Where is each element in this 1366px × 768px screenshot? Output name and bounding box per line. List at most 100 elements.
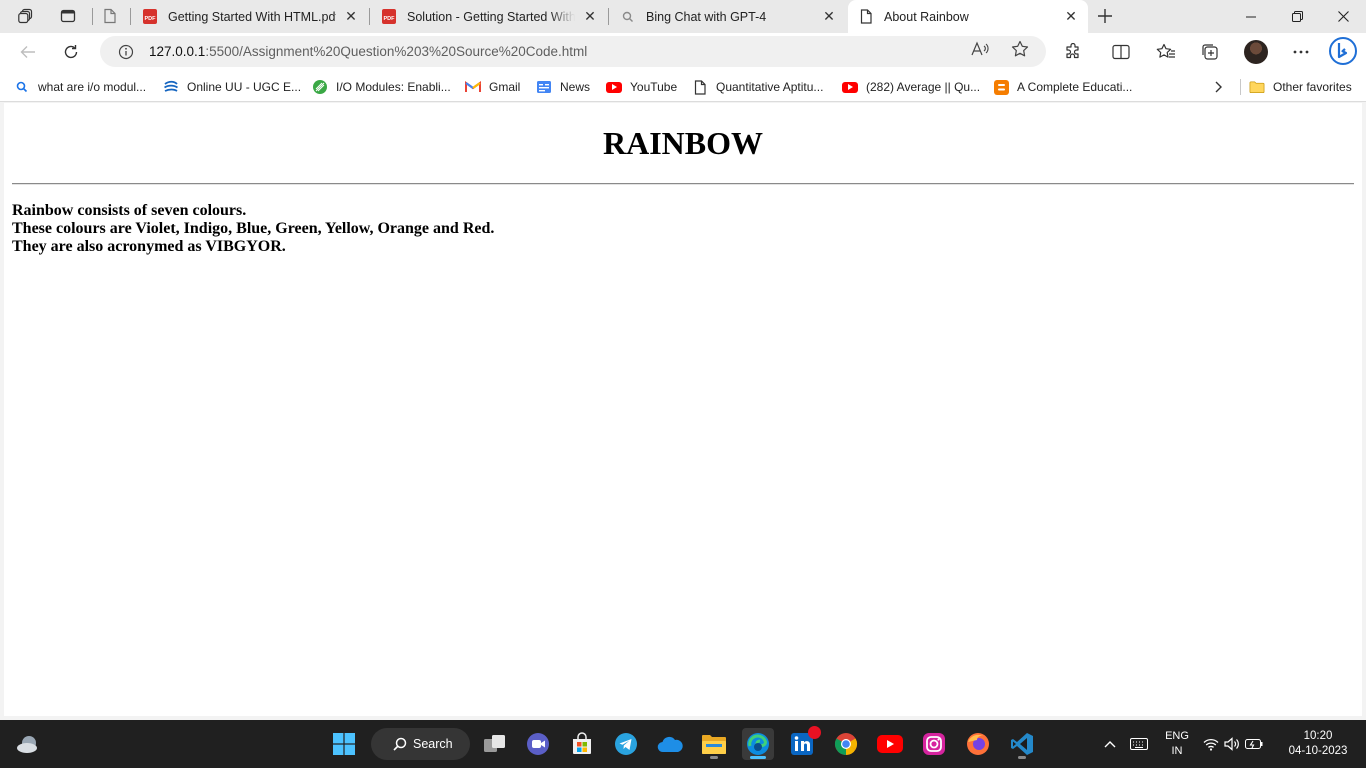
favorite-io-modules[interactable]: I/O Modules: Enabli... <box>312 77 451 97</box>
taskbar-search[interactable]: Search <box>371 728 470 760</box>
task-view-icon[interactable] <box>479 728 511 760</box>
url-text[interactable]: 127.0.0.1:5500/Assignment%20Question%203… <box>149 44 587 59</box>
favorite-news[interactable]: News <box>536 77 590 97</box>
new-tab-button[interactable] <box>1091 4 1119 28</box>
favorite-label: A Complete Educati... <box>1017 80 1133 94</box>
pdf-badge: PDF <box>382 9 396 24</box>
close-icon[interactable]: ✕ <box>1062 8 1080 26</box>
notification-badge <box>808 726 821 739</box>
touch-keyboard-icon[interactable] <box>1124 728 1154 760</box>
language-line: ENG <box>1165 730 1189 742</box>
web-page-content: RAINBOW Rainbow consists of seven colour… <box>4 103 1362 716</box>
firefox-icon[interactable] <box>962 728 994 760</box>
back-button[interactable] <box>13 37 43 67</box>
collections-icon[interactable] <box>1195 37 1225 67</box>
close-icon[interactable]: ✕ <box>342 8 360 26</box>
youtube-icon <box>842 79 858 95</box>
favorites-icon[interactable] <box>1151 37 1181 67</box>
refresh-button[interactable] <box>56 37 86 67</box>
favorite-label: Other favorites <box>1273 80 1352 94</box>
running-indicator <box>1018 756 1026 759</box>
favorite-label: News <box>560 80 591 94</box>
running-indicator <box>710 756 718 759</box>
close-icon[interactable]: ✕ <box>581 8 599 26</box>
tab-actions-icon[interactable] <box>54 4 82 28</box>
favorite-label: what are i/o modul... <box>38 80 147 94</box>
page-paragraph: Rainbow consists of seven colours. These… <box>12 202 494 256</box>
tab-strip: PDF Getting Started With HTML.pdf ✕ PDF … <box>0 0 1366 33</box>
bing-copilot-icon[interactable] <box>1326 34 1360 68</box>
start-button[interactable] <box>328 728 360 760</box>
more-options-icon[interactable] <box>1286 37 1316 67</box>
favorites-divider <box>1240 79 1241 95</box>
tab-title: Solution - Getting Started With H <box>407 9 575 24</box>
paragraph-line: These colours are Violet, Indigo, Blue, … <box>12 220 495 237</box>
tab-separator <box>130 8 131 25</box>
pdf-icon: PDF <box>142 9 158 25</box>
youtube-icon <box>606 79 622 95</box>
favorite-youtube[interactable]: YouTube <box>606 77 677 97</box>
favorite-label: YouTube <box>630 80 678 94</box>
vscode-icon[interactable] <box>1006 728 1038 760</box>
globe-icon <box>163 79 179 95</box>
clock[interactable]: 10:20 04-10-2023 <box>1278 729 1358 759</box>
youtube-app-icon[interactable] <box>874 728 906 760</box>
favorite-label: (282) Average || Qu... <box>866 80 981 94</box>
search-icon <box>14 79 30 95</box>
tab-title: Bing Chat with GPT-4 <box>646 9 767 24</box>
close-icon[interactable]: ✕ <box>820 8 838 26</box>
url-path: :5500/Assignment%20Question%203%20Source… <box>205 44 588 59</box>
favorite-label: Quantitative Aptitu... <box>716 80 824 94</box>
file-explorer-icon[interactable] <box>698 728 730 760</box>
favorite-quantitative-aptitude[interactable]: Quantitative Aptitu... <box>692 77 823 97</box>
restore-button[interactable] <box>1274 0 1320 33</box>
read-aloud-icon[interactable] <box>970 39 990 59</box>
info-icon[interactable] <box>117 43 135 61</box>
minimize-button[interactable] <box>1228 0 1274 33</box>
pinned-tab-page-icon[interactable] <box>96 4 124 28</box>
telegram-icon[interactable] <box>610 728 642 760</box>
page-icon <box>858 9 874 25</box>
news-icon <box>536 79 552 95</box>
tab-getting-started-pdf[interactable]: PDF Getting Started With HTML.pdf ✕ <box>132 0 368 33</box>
favorite-star-icon[interactable] <box>1010 39 1030 59</box>
teams-chat-icon[interactable] <box>522 728 554 760</box>
tab-about-rainbow[interactable]: About Rainbow ✕ <box>848 0 1088 33</box>
workspaces-icon[interactable] <box>12 4 40 28</box>
favorite-online-uu[interactable]: Online UU - UGC E... <box>163 77 301 97</box>
chevron-right-icon[interactable] <box>1213 77 1223 97</box>
profile-avatar[interactable] <box>1241 37 1271 67</box>
active-window-indicator <box>750 756 766 759</box>
page-heading: RAINBOW <box>602 125 763 161</box>
favorite-average-qu[interactable]: (282) Average || Qu... <box>842 77 980 97</box>
folder-icon <box>1249 79 1265 95</box>
address-bar[interactable]: 127.0.0.1:5500/Assignment%20Question%203… <box>100 36 1046 67</box>
split-screen-icon[interactable] <box>1106 37 1136 67</box>
gmail-icon <box>465 79 481 95</box>
weather-icon[interactable] <box>12 728 44 760</box>
favorite-gmail[interactable]: Gmail <box>465 77 520 97</box>
browser-toolbar: 127.0.0.1:5500/Assignment%20Question%203… <box>0 33 1366 71</box>
horizontal-rule <box>12 183 1354 185</box>
tab-solution-pdf[interactable]: PDF Solution - Getting Started With H ✕ <box>371 0 607 33</box>
pdf-badge: PDF <box>143 9 157 24</box>
favorite-complete-education[interactable]: A Complete Educati... <box>993 77 1132 97</box>
extensions-icon[interactable] <box>1058 37 1088 67</box>
close-window-button[interactable] <box>1320 0 1366 33</box>
other-favorites[interactable]: Other favorites <box>1249 77 1352 97</box>
page-icon <box>692 79 708 95</box>
microsoft-store-icon[interactable] <box>566 728 598 760</box>
quick-settings[interactable] <box>1201 728 1265 760</box>
favorite-label: Online UU - UGC E... <box>187 80 302 94</box>
edge-browser-icon[interactable] <box>742 728 774 760</box>
instagram-icon[interactable] <box>918 728 950 760</box>
onedrive-icon[interactable] <box>654 728 686 760</box>
input-language[interactable]: ENG IN <box>1157 729 1197 759</box>
clock-time: 10:20 <box>1303 730 1333 742</box>
favorite-what-are-io-modules[interactable]: what are i/o modul... <box>14 77 146 97</box>
show-hidden-icons-chevron-up-icon[interactable] <box>1095 728 1125 760</box>
tab-bing-chat[interactable]: Bing Chat with GPT-4 ✕ <box>610 0 846 33</box>
linkedin-icon[interactable] <box>786 726 821 760</box>
search-label: Search <box>413 737 453 751</box>
chrome-icon[interactable] <box>830 728 862 760</box>
